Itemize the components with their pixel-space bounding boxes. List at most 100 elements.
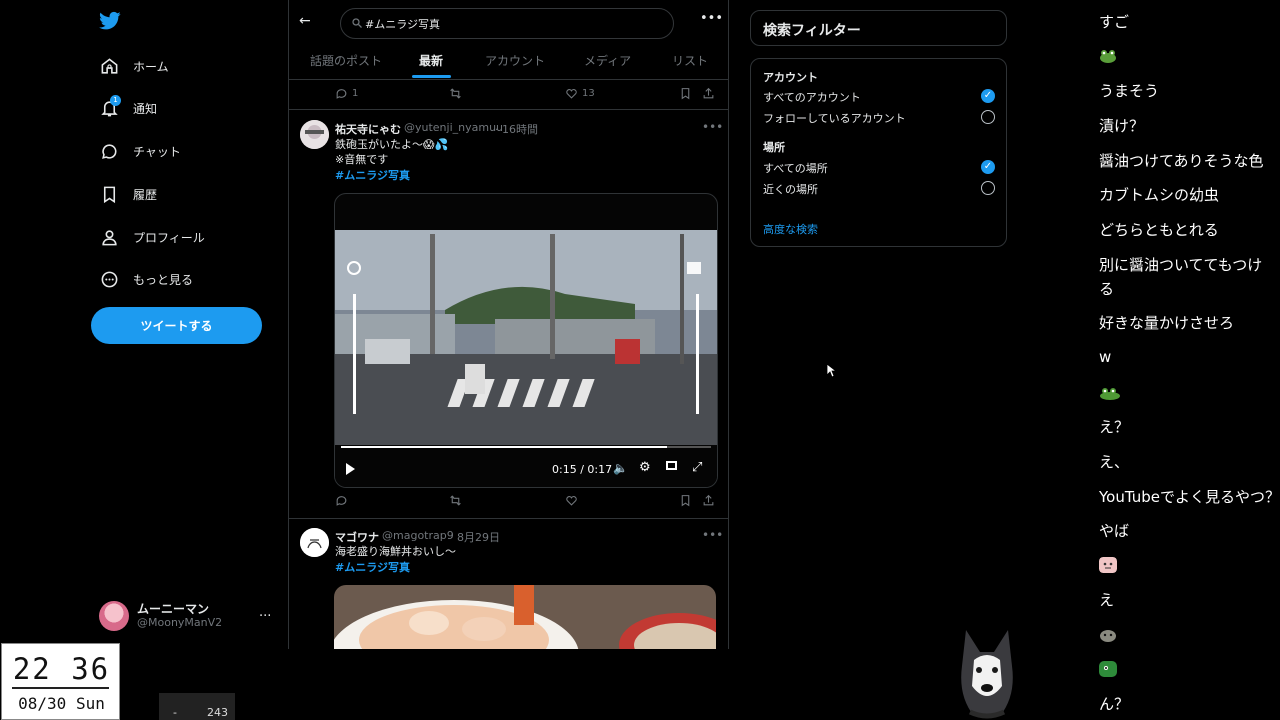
video-progress-track[interactable] <box>341 446 711 448</box>
nav-notifications[interactable]: 1 通知 <box>100 94 158 119</box>
reply-icon <box>336 496 347 506</box>
advanced-search-link[interactable]: 高度な検索 <box>763 221 818 237</box>
share-button[interactable] <box>702 87 715 100</box>
radio-unchecked-icon[interactable] <box>981 110 995 124</box>
filter-option-nearby[interactable]: 近くの場所 <box>763 181 818 197</box>
divider <box>288 109 728 110</box>
radio-checked-icon[interactable]: ✓ <box>981 89 995 103</box>
nav-label: 通知 <box>133 101 158 116</box>
mouse-cursor-icon <box>826 363 836 378</box>
video-frame <box>335 230 717 487</box>
tab-top[interactable]: 話題のポスト <box>310 52 382 69</box>
tweet-author-name[interactable]: マゴワナ <box>335 529 379 545</box>
retweet-icon <box>450 88 461 99</box>
search-icon <box>352 18 362 28</box>
nav-label: もっと見る <box>133 272 194 287</box>
filter-place-label: 場所 <box>763 141 785 154</box>
like-button[interactable] <box>565 494 578 507</box>
twitter-logo-icon[interactable] <box>99 11 121 31</box>
account-switcher[interactable]: ムーニーマン @MoonyManV2 ... <box>99 599 279 633</box>
tweet-author-handle[interactable]: @magotrap9 <box>382 529 454 542</box>
tab-lists[interactable]: リスト <box>672 52 708 69</box>
share-icon <box>703 494 714 506</box>
chat-icon <box>102 143 117 159</box>
avatar[interactable] <box>300 120 329 149</box>
chat-message: え、 <box>1099 453 1130 471</box>
seal-emote-icon <box>1100 630 1116 642</box>
person-icon <box>102 229 117 245</box>
heart-icon <box>566 89 577 99</box>
tweet-button[interactable]: ツイートする <box>91 307 262 344</box>
avatar[interactable] <box>300 528 329 557</box>
reply-count: 1 <box>352 88 359 99</box>
retweet-button[interactable] <box>449 494 462 507</box>
radio-checked-icon[interactable]: ✓ <box>981 160 995 174</box>
video-player[interactable]: 0:15 / 0:17 🔈 ⚙ ⤢ <box>334 193 718 488</box>
clock-time: 22 36 <box>12 652 111 686</box>
filter-option-all-places[interactable]: すべての場所 <box>763 160 828 176</box>
nav-label: ホーム <box>133 59 169 74</box>
chat-message: カブトムシの幼虫 <box>1099 186 1220 204</box>
account-more-icon[interactable]: ... <box>259 605 271 620</box>
tweet-author-name[interactable]: 祐天寺にゃむ <box>335 121 401 137</box>
tab-media[interactable]: メディア <box>584 52 631 69</box>
retweet-button[interactable] <box>449 87 462 100</box>
tweet-text: ※音無です <box>335 153 389 166</box>
more-circle-icon <box>101 271 118 287</box>
tweet-image[interactable] <box>334 585 716 649</box>
nav-more[interactable]: もっと見る <box>100 268 193 290</box>
bookmark-button[interactable] <box>679 87 692 100</box>
nav-label: チャット <box>133 144 181 159</box>
divider <box>288 518 728 519</box>
tweet-time[interactable]: · 8月29日 <box>450 529 500 545</box>
food-photo <box>334 585 716 649</box>
filter-option-following[interactable]: フォローしているアカウント <box>763 110 906 126</box>
tab-accounts[interactable]: アカウント <box>485 52 545 69</box>
filter-option-all-accounts[interactable]: すべてのアカウント <box>763 89 861 105</box>
frog-emote-icon <box>1100 50 1116 63</box>
play-icon[interactable] <box>346 463 355 475</box>
bookmark-button[interactable] <box>679 494 692 507</box>
counter-dash: - <box>173 706 177 719</box>
dog-avatar-image <box>961 630 1013 719</box>
chat-message: うまそう <box>1099 82 1160 100</box>
bookmark-icon <box>681 88 690 100</box>
nav-history[interactable]: 履歴 <box>100 183 157 205</box>
clock-divider <box>12 687 109 689</box>
tweet-author-handle[interactable]: @yutenji_nyamuu <box>404 121 503 134</box>
chat-message: え <box>1099 591 1115 609</box>
chat-message: 漬け？ <box>1099 117 1145 135</box>
green-emote-icon <box>1099 661 1117 677</box>
back-arrow-icon[interactable]: ← <box>299 13 311 29</box>
avatar-image <box>300 120 329 149</box>
reply-button[interactable]: 1 <box>335 87 358 100</box>
tweet-more-icon[interactable]: ••• <box>702 528 723 542</box>
like-button[interactable]: 13 <box>565 87 595 100</box>
home-icon <box>101 57 118 74</box>
nav-home[interactable]: ホーム <box>100 55 169 77</box>
fullscreen-icon[interactable]: ⤢ <box>692 460 702 475</box>
tweet-more-icon[interactable]: ••• <box>702 120 723 134</box>
volume-icon[interactable]: 🔈 <box>613 461 628 475</box>
search-input[interactable]: #ムニラジ写真 <box>340 8 674 39</box>
tweet-hashtag[interactable]: #ムニラジ写真 <box>335 560 410 576</box>
nav-label: 履歴 <box>133 187 158 202</box>
tweet-time[interactable]: · 16時間 <box>495 121 538 137</box>
pip-icon[interactable] <box>666 461 677 470</box>
settings-icon[interactable]: ⚙ <box>639 460 651 475</box>
share-button[interactable] <box>702 494 715 507</box>
reply-button[interactable] <box>335 494 348 507</box>
nav-chat[interactable]: チャット <box>100 140 181 162</box>
radio-unchecked-icon[interactable] <box>981 181 995 195</box>
share-icon <box>703 87 714 99</box>
chat-message: どちらともとれる <box>1099 221 1219 239</box>
chat-message: 醤油つけてありそうな色 <box>1099 152 1264 170</box>
more-options-icon[interactable]: ••• <box>700 11 723 26</box>
tab-latest[interactable]: 最新 <box>419 52 443 69</box>
heart-icon <box>566 496 577 506</box>
nav-label: プロフィール <box>133 230 205 245</box>
nav-profile[interactable]: プロフィール <box>100 226 205 248</box>
chat-message: やば <box>1099 522 1130 540</box>
like-count: 13 <box>582 88 595 99</box>
tweet-hashtag[interactable]: #ムニラジ写真 <box>335 168 410 184</box>
